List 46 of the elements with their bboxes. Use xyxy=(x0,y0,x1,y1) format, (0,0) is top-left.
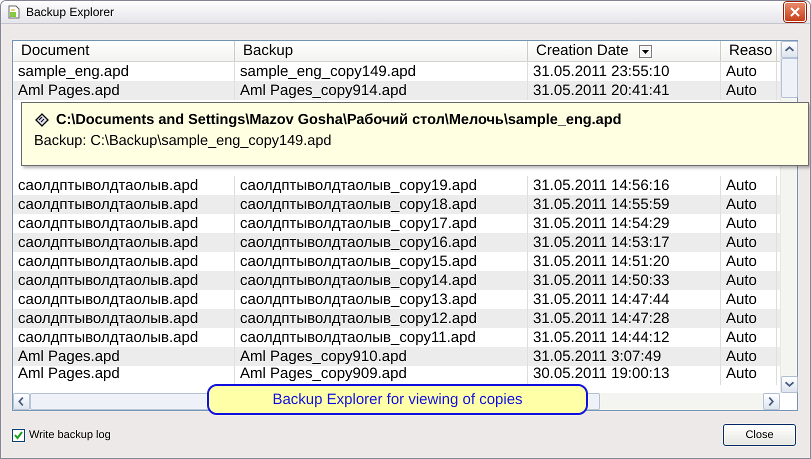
close-icon xyxy=(790,7,800,17)
table-cell: 31.05.2011 20:41:41 xyxy=(528,81,721,100)
scroll-left-button[interactable] xyxy=(13,393,30,410)
checkbox-label: Write backup log xyxy=(29,429,111,441)
table-cell: саолдптыволдтаолыв_copy12.apd xyxy=(235,309,528,328)
tag-icon xyxy=(34,112,50,128)
column-header[interactable]: Reaso xyxy=(721,41,777,61)
table-cell: Auto xyxy=(721,366,777,385)
scroll-right-button[interactable] xyxy=(763,393,780,410)
scrollbar-thumb[interactable] xyxy=(781,58,798,98)
table-cell: 31.05.2011 14:47:28 xyxy=(528,309,721,328)
table-cell: саолдптыволдтаолыв.apd xyxy=(13,233,235,252)
table-cell: саолдптыволдтаолыв_copy18.apd xyxy=(235,195,528,214)
table-cell: 31.05.2011 14:50:33 xyxy=(528,271,721,290)
sort-icon[interactable] xyxy=(638,44,652,58)
tooltip-path: C:\Documents and Settings\Mazov Gosha\Рабочий стол\Мелочь\sample_eng.apd xyxy=(56,112,622,128)
table-cell: саолдптыволдтаолыв_copy14.apd xyxy=(235,271,528,290)
window-title: Backup Explorer xyxy=(26,5,116,19)
checkbox[interactable] xyxy=(12,428,25,442)
table-cell: саолдптыволдтаолыв.apd xyxy=(13,271,235,290)
table-cell: 31.05.2011 14:55:59 xyxy=(528,195,721,214)
column-header[interactable]: Document xyxy=(13,41,235,61)
scroll-down-button[interactable] xyxy=(781,376,798,393)
table-cell: Aml Pages.apd xyxy=(13,81,235,100)
table-cell: Auto xyxy=(721,309,777,328)
column-header[interactable]: Creation Date xyxy=(528,41,721,61)
table-cell: 31.05.2011 14:53:17 xyxy=(528,233,721,252)
callout-tooltip: Backup Explorer for viewing of copies xyxy=(207,384,588,415)
scroll-up-button[interactable] xyxy=(781,41,798,58)
table-cell: саолдптыволдтаолыв_copy16.apd xyxy=(235,233,528,252)
table-cell: Auto xyxy=(721,195,777,214)
close-button[interactable] xyxy=(784,2,806,22)
document-icon xyxy=(7,5,21,19)
table-cell: Aml Pages.apd xyxy=(13,347,235,366)
table-cell: саолдптыволдтаолыв.apd xyxy=(13,309,235,328)
close-button[interactable]: Close xyxy=(723,424,796,446)
table-cell: Auto xyxy=(721,271,777,290)
table-cell: саолдптыволдтаолыв.apd xyxy=(13,195,235,214)
table-cell: Aml Pages_copy910.apd xyxy=(235,347,528,366)
table-cell: Aml Pages_copy914.apd xyxy=(235,81,528,100)
table-cell: Auto xyxy=(721,233,777,252)
table-cell: Auto xyxy=(721,81,777,100)
column-header[interactable]: Backup xyxy=(235,41,528,61)
tooltip-backup-path: Backup: C:\Backup\sample_eng_copy149.apd xyxy=(34,133,332,149)
table-cell: 31.05.2011 3:07:49 xyxy=(528,347,721,366)
table-cell: Auto xyxy=(721,347,777,366)
